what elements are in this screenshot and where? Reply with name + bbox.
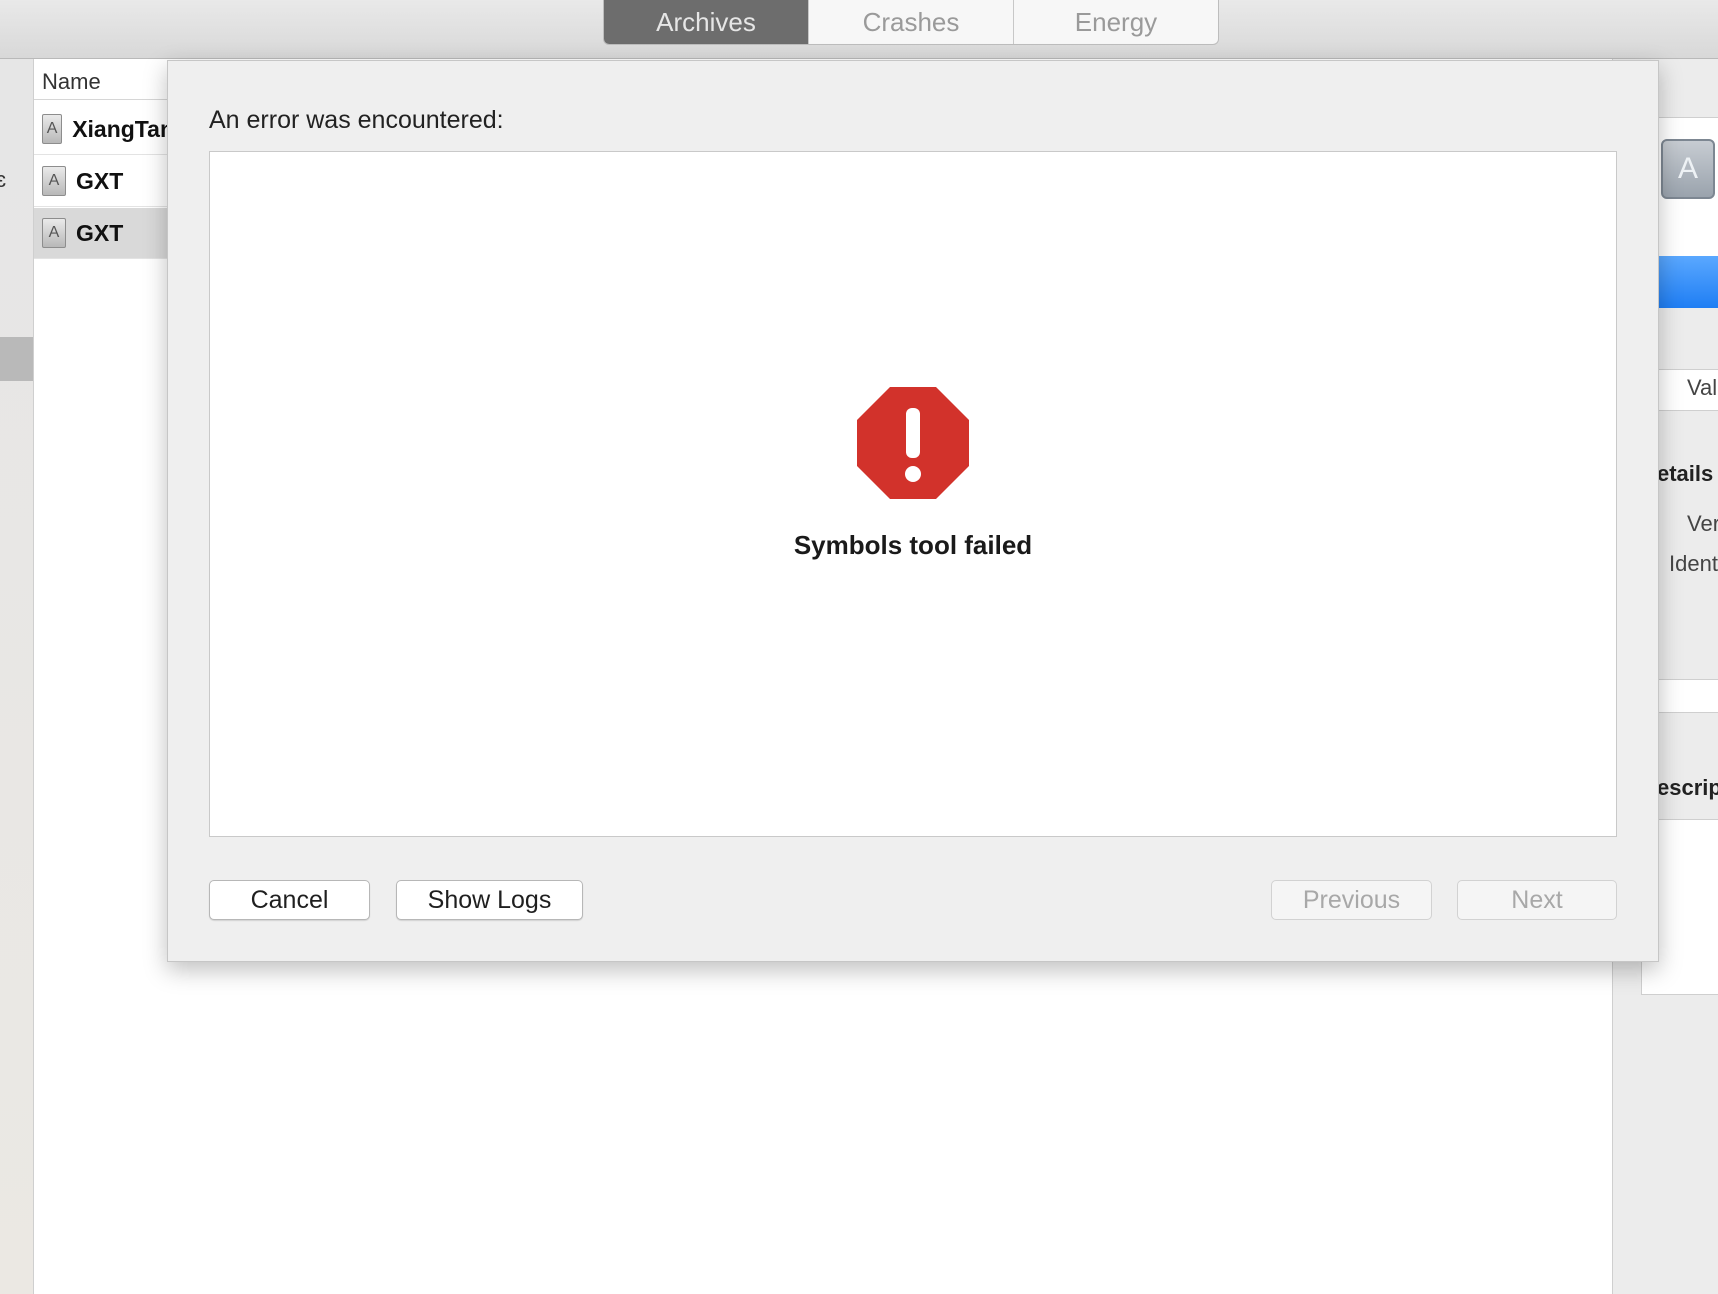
list-item-label: GXT — [76, 167, 124, 194]
tab-archives[interactable]: Archives — [604, 0, 808, 44]
list-item[interactable]: A GXT — [34, 208, 174, 259]
inspector-label-identifier: Ident — [1669, 551, 1718, 576]
dialog-title: An error was encountered: — [209, 106, 504, 134]
archive-large-icon: A — [1661, 139, 1715, 199]
inspector-label-val[interactable]: Val — [1687, 375, 1717, 401]
error-content-area: Symbols tool failed — [209, 151, 1617, 837]
tab-crashes[interactable]: Crashes — [808, 0, 1013, 44]
next-button[interactable]: Next — [1457, 880, 1617, 920]
archive-icon: A — [42, 218, 66, 248]
truncated-sidebar-glyph: ɛ — [0, 167, 7, 192]
list-item[interactable]: A GXT — [34, 156, 174, 207]
inspector-label-version: Ver — [1687, 511, 1718, 536]
error-message: Symbols tool failed — [793, 530, 1033, 560]
sidebar-selection[interactable] — [0, 337, 33, 381]
archive-icon: A — [42, 166, 66, 196]
window-toolbar: Archives Crashes Energy — [0, 0, 1718, 59]
list-item-label: GXT — [76, 219, 124, 246]
cancel-button[interactable]: Cancel — [209, 880, 370, 920]
previous-button[interactable]: Previous — [1271, 880, 1432, 920]
error-dialog: An error was encountered: Symbols tool f… — [167, 60, 1659, 962]
left-sidebar: ɛ — [0, 59, 34, 1294]
list-item[interactable]: A XiangTan — [34, 104, 174, 155]
show-logs-button[interactable]: Show Logs — [396, 880, 583, 920]
inspector-section-details: etails — [1657, 461, 1714, 486]
column-header-name[interactable]: Name — [42, 69, 101, 95]
organizer-segmented-control: Archives Crashes Energy — [603, 0, 1219, 45]
archive-icon: A — [42, 114, 63, 144]
error-stop-icon — [857, 387, 969, 499]
list-item-label: XiangTan — [72, 115, 174, 142]
tab-energy[interactable]: Energy — [1013, 0, 1218, 44]
inspector-section-description: escrip — [1657, 775, 1718, 800]
